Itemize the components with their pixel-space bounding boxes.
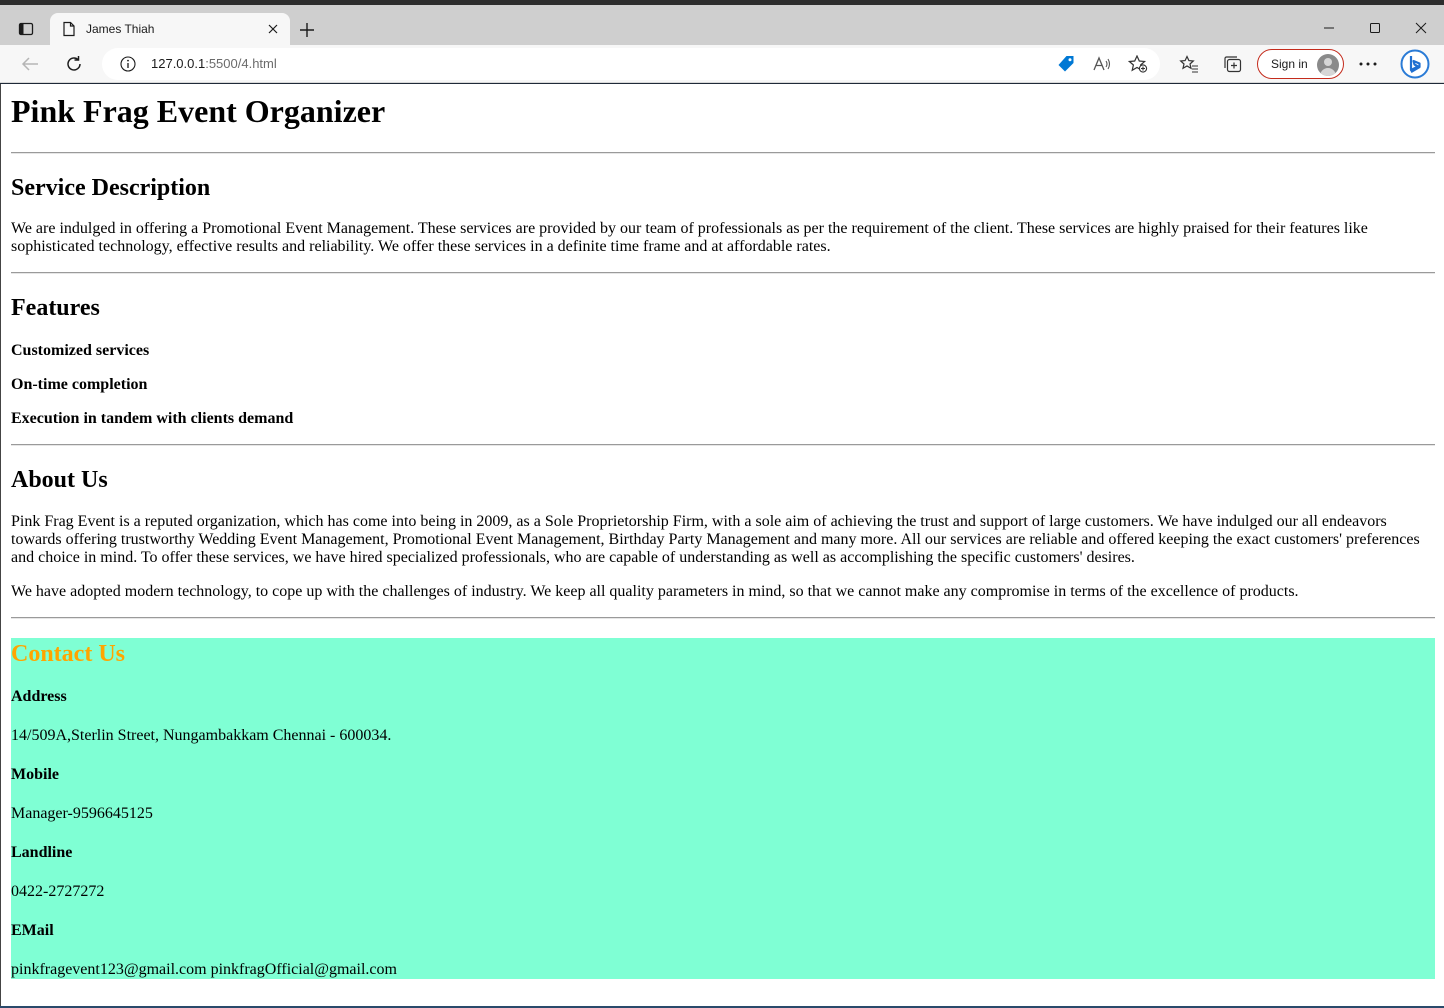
divider <box>11 444 1435 446</box>
bing-chat-button[interactable] <box>1398 47 1432 81</box>
page-icon <box>63 21 75 37</box>
info-icon[interactable] <box>120 56 136 72</box>
features-heading: Features <box>11 295 100 321</box>
refresh-icon <box>67 56 81 71</box>
minimize-button[interactable] <box>1306 12 1352 44</box>
landline-value: 0422-2727272 <box>11 883 105 900</box>
sign-in-button[interactable]: Sign in <box>1257 49 1344 79</box>
page-viewport: Pink Frag Event Organizer Service Descri… <box>0 84 1444 1006</box>
sign-in-label: Sign in <box>1271 57 1308 71</box>
avatar <box>1317 54 1339 76</box>
feature-item: Execution in tandem with clients demand <box>11 410 294 427</box>
active-tab[interactable]: James Thiah <box>50 13 290 45</box>
page-title: Pink Frag Event Organizer <box>11 93 386 129</box>
url-host: 127.0.0.1 <box>151 56 206 71</box>
landline-label: Landline <box>11 844 73 861</box>
read-aloud-icon <box>1093 56 1111 71</box>
arrow-left-icon <box>21 57 38 71</box>
email-value: pinkfragevent123@gmail.com pinkfragOffic… <box>11 961 397 978</box>
address-value: 14/509A,Sterlin Street, Nungambakkam Che… <box>11 727 392 744</box>
about-paragraph: We have adopted modern technology, to co… <box>11 583 1299 600</box>
collections-button[interactable] <box>1218 50 1248 78</box>
divider <box>11 617 1435 619</box>
maximize-button[interactable] <box>1352 12 1398 44</box>
collections-icon <box>1224 56 1242 73</box>
close-window-button[interactable] <box>1398 12 1444 44</box>
about-paragraph: Pink Frag Event is a reputed organizatio… <box>11 513 1420 566</box>
add-favorite-button[interactable] <box>1126 53 1150 75</box>
more-icon <box>1359 62 1377 66</box>
feature-item: On-time completion <box>11 376 148 393</box>
tag-icon <box>1058 56 1074 72</box>
close-icon <box>268 24 278 34</box>
refresh-button[interactable] <box>58 49 90 79</box>
tab-close-button[interactable] <box>260 16 286 42</box>
mobile-label: Mobile <box>11 766 59 783</box>
new-tab-button[interactable] <box>294 17 320 43</box>
bing-icon <box>1400 49 1430 79</box>
maximize-icon <box>1370 23 1380 33</box>
tab-bar: James Thiah <box>0 5 1444 45</box>
tab-title: James Thiah <box>86 22 155 36</box>
minimize-icon <box>1324 27 1334 29</box>
contact-section: Contact Us Address 14/509A,Sterlin Stree… <box>11 638 1435 979</box>
read-aloud-button[interactable] <box>1090 53 1114 75</box>
url-text[interactable]: 127.0.0.1:5500/4.html <box>151 56 277 71</box>
address-label: Address <box>11 688 67 705</box>
page-content: Pink Frag Event Organizer Service Descri… <box>1 93 1444 979</box>
favorites-icon <box>1179 55 1198 73</box>
star-add-icon <box>1128 55 1148 73</box>
about-heading: About Us <box>11 467 108 493</box>
address-field[interactable]: 127.0.0.1:5500/4.html <box>102 48 1160 80</box>
tab-actions-button[interactable] <box>12 15 40 43</box>
contact-heading: Contact Us <box>11 641 125 667</box>
plus-icon <box>300 23 314 37</box>
feature-item: Customized services <box>11 342 150 359</box>
settings-more-button[interactable] <box>1353 50 1383 78</box>
address-bar-row: 127.0.0.1:5500/4.html Sign in <box>0 45 1444 83</box>
tab-actions-icon <box>18 22 34 36</box>
service-description: We are indulged in offering a Promotiona… <box>11 220 1368 255</box>
divider <box>11 152 1435 154</box>
divider <box>11 272 1435 274</box>
mobile-value: Manager-9596645125 <box>11 805 153 822</box>
service-heading: Service Description <box>11 175 211 201</box>
favorites-button[interactable] <box>1174 50 1204 78</box>
close-icon <box>1415 22 1427 34</box>
back-button[interactable] <box>14 49 46 79</box>
url-path: :5500/4.html <box>205 56 277 71</box>
email-label: EMail <box>11 922 54 939</box>
coupon-button[interactable] <box>1054 53 1078 75</box>
